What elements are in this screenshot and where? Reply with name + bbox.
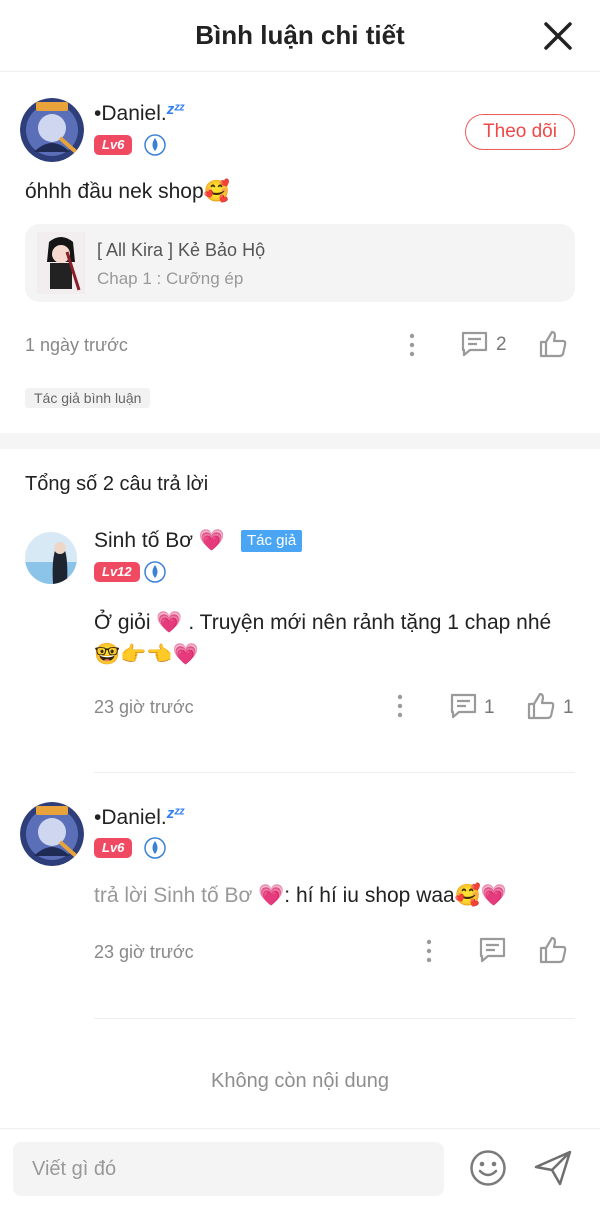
comment-text-content: óhhh đầu nek shop (25, 180, 204, 203)
reply-count: 2 (496, 334, 507, 355)
story-thumbnail (37, 232, 85, 294)
reply-text: Ở giỏi 💗 . Truyện mới nên rảnh tặng 1 ch… (94, 607, 574, 671)
drop-badge-icon (144, 134, 166, 156)
emoji-sequence-icon: 🤓👉👈💗 (94, 643, 199, 666)
more-icon[interactable] (402, 333, 422, 357)
close-icon[interactable] (542, 20, 574, 52)
comment-time: 1 ngày trước (25, 335, 128, 355)
reply-text-part2: . Truyện mới nên rảnh tặng 1 chap nhé (188, 611, 552, 634)
comment-input[interactable] (13, 1142, 444, 1196)
username-text: •Daniel. (94, 806, 167, 829)
comment-icon[interactable] (478, 936, 507, 964)
avatar[interactable] (20, 802, 84, 866)
drop-badge-icon (144, 561, 166, 583)
comment-icon[interactable] (449, 692, 478, 720)
pink-heart-emoji-icon: 💗 (198, 529, 225, 552)
section-separator (0, 433, 600, 449)
reply-text: trả lời Sinh tố Bơ 💗: hí hí iu shop waa🥰… (94, 884, 507, 908)
emoji-icon[interactable] (469, 1149, 507, 1187)
author-badge: Tác giả (241, 530, 303, 552)
total-replies-label: Tổng số 2 câu trả lời (25, 473, 209, 495)
more-icon[interactable] (419, 939, 439, 963)
like-icon[interactable] (538, 329, 568, 359)
reply-time: 23 giờ trước (94, 697, 194, 717)
author-comment-tag: Tác giả bình luận (25, 388, 151, 408)
comment-input-bar (0, 1128, 600, 1209)
story-title: [ All Kira ] Kẻ Bảo Hộ (97, 240, 266, 260)
follow-button[interactable]: Theo dõi (465, 114, 575, 150)
pink-heart-emoji-icon: 💗 (156, 611, 183, 634)
level-badge: Lv6 (94, 135, 133, 155)
like-icon[interactable] (526, 691, 556, 721)
reply-to-prefix: trả lời Sinh tố Bơ (94, 884, 253, 907)
comment-text: óhhh đầu nek shop🥰 (25, 180, 230, 204)
reply-text-content: : hí hí iu shop waa (284, 884, 455, 907)
level-badge: Lv6 (94, 838, 133, 858)
avatar[interactable] (20, 98, 84, 162)
page-title: Bình luận chi tiết (195, 20, 405, 50)
reply-text-part1: Ở giỏi (94, 611, 151, 634)
username: •Daniel.zᶻᶻ (94, 101, 185, 126)
emoji-sequence-icon: 🥰💗 (454, 884, 508, 907)
divider (94, 772, 575, 773)
username: Sinh tố Bơ 💗 (94, 529, 225, 553)
pink-heart-emoji-icon: 💗 (258, 884, 285, 907)
username-text: •Daniel. (94, 102, 167, 125)
reply-count: 1 (484, 697, 495, 718)
username-text: Sinh tố Bơ (94, 529, 193, 552)
like-icon[interactable] (538, 935, 568, 965)
sleep-icon: zᶻᶻ (166, 805, 185, 822)
smiling-hearts-emoji-icon: 🥰 (203, 180, 230, 203)
send-icon[interactable] (533, 1149, 573, 1187)
header: Bình luận chi tiết (0, 0, 600, 72)
drop-badge-icon (144, 837, 166, 859)
divider (94, 1018, 575, 1019)
level-badge: Lv12 (94, 562, 140, 582)
end-of-content-label: Không còn nội dung (211, 1070, 389, 1092)
username: •Daniel.zᶻᶻ (94, 805, 185, 830)
avatar[interactable] (25, 532, 77, 584)
like-count: 1 (563, 697, 574, 718)
story-card[interactable]: [ All Kira ] Kẻ Bảo Hộ Chap 1 : Cưỡng ép (25, 224, 575, 302)
reply-time: 23 giờ trước (94, 942, 194, 962)
sleep-icon: zᶻᶻ (166, 101, 185, 118)
story-chapter: Chap 1 : Cưỡng ép (97, 269, 244, 288)
comment-icon[interactable] (460, 330, 489, 358)
more-icon[interactable] (390, 694, 410, 718)
